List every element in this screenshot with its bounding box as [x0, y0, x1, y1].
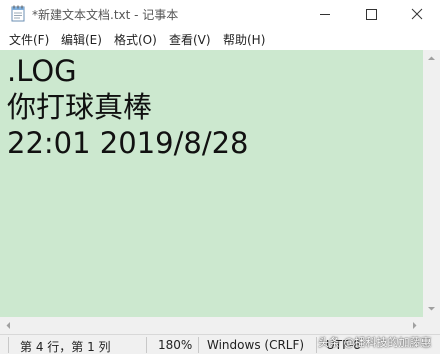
status-divider: [146, 337, 147, 353]
menu-help[interactable]: 帮助(H): [223, 31, 265, 48]
line-ending: Windows (CRLF): [207, 338, 305, 352]
scroll-left-icon[interactable]: [0, 317, 17, 334]
menu-bar: 文件(F) 编辑(E) 格式(O) 查看(V) 帮助(H): [0, 28, 440, 50]
close-button[interactable]: [394, 0, 440, 28]
menu-edit[interactable]: 编辑(E): [61, 31, 102, 48]
zoom-level: 180%: [158, 338, 193, 352]
cursor-position: 第 4 行，第 1 列: [20, 340, 111, 354]
notepad-window: *新建文本文档.txt - 记事本 文件(F) 编辑(E) 格式(O) 查看(V…: [0, 0, 440, 354]
editor-line: .LOG: [7, 54, 77, 88]
notepad-icon: [11, 5, 25, 22]
vertical-scrollbar[interactable]: [423, 50, 440, 317]
status-divider: [316, 337, 317, 353]
menu-file[interactable]: 文件(F): [9, 31, 49, 48]
minimize-icon: [320, 14, 330, 15]
close-icon: [411, 8, 423, 20]
window-title: *新建文本文档.txt - 记事本: [32, 8, 179, 22]
status-divider: [198, 337, 199, 353]
menu-format[interactable]: 格式(O): [114, 31, 157, 48]
text-editor[interactable]: .LOG 你打球真棒 22:01 2019/8/28: [0, 50, 423, 317]
status-divider: [8, 337, 9, 353]
title-bar: *新建文本文档.txt - 记事本: [0, 0, 440, 28]
minimize-button[interactable]: [302, 0, 348, 28]
scrollbar-corner: [423, 317, 440, 334]
editor-line: 22:01 2019/8/28: [7, 126, 249, 160]
scroll-down-icon[interactable]: [423, 300, 440, 317]
horizontal-scrollbar[interactable]: [0, 317, 423, 334]
maximize-icon: [366, 9, 377, 20]
editor-line: 你打球真棒: [7, 90, 153, 124]
scroll-up-icon[interactable]: [423, 50, 440, 67]
scroll-right-icon[interactable]: [406, 317, 423, 334]
watermark-text: 头条 @播科技的加藤惠: [318, 336, 432, 349]
menu-view[interactable]: 查看(V): [169, 31, 211, 48]
maximize-button[interactable]: [348, 0, 394, 28]
